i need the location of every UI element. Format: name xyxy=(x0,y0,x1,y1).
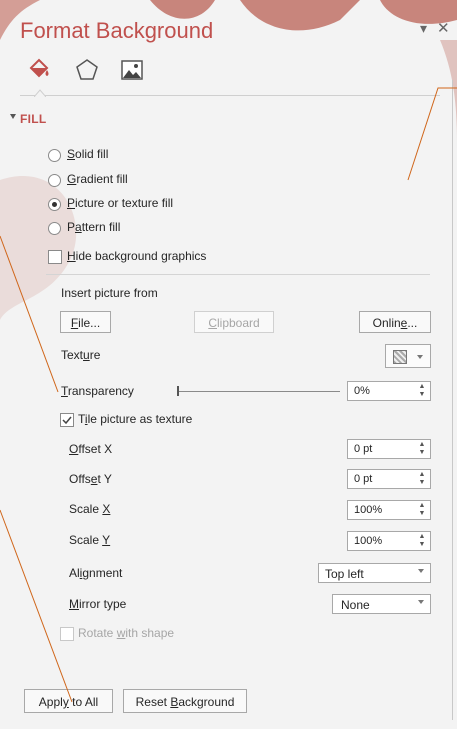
annotation-line-transparency xyxy=(0,235,59,393)
annotation-lines xyxy=(0,87,457,703)
annotation-line-apply-all xyxy=(0,509,73,703)
annotation-line-top-right xyxy=(407,87,457,181)
